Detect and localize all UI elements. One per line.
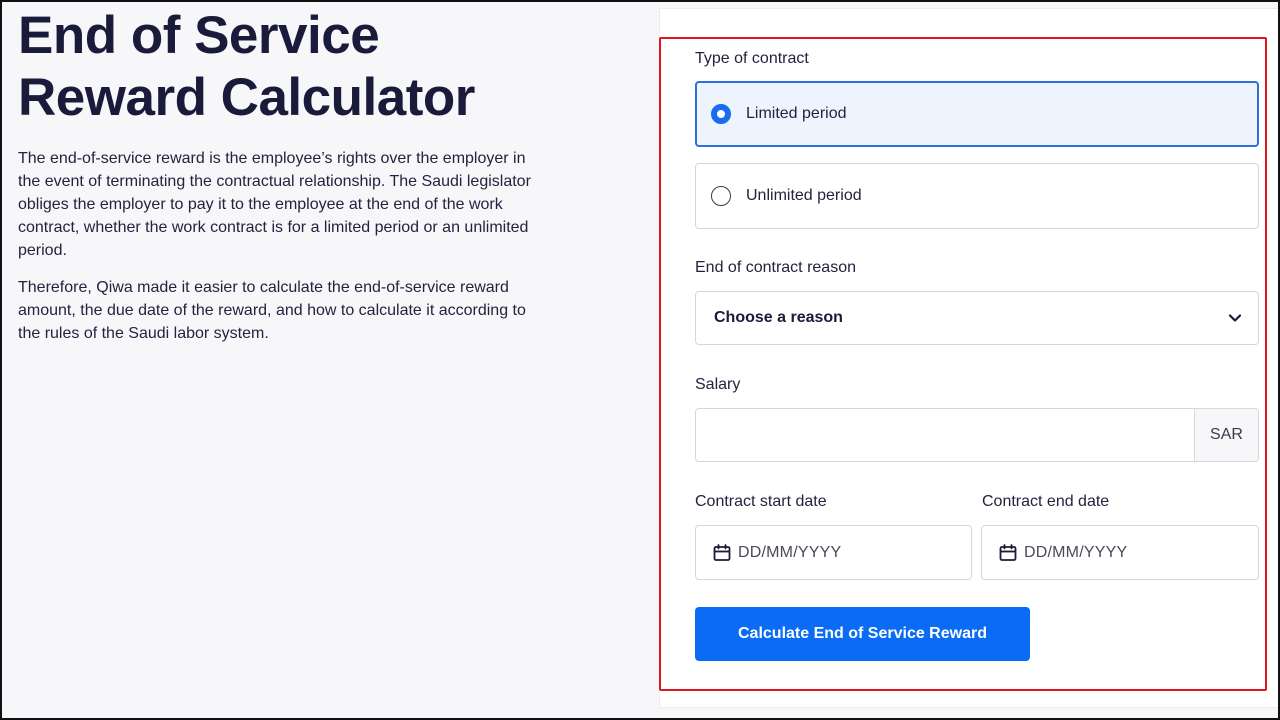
calendar-icon bbox=[713, 543, 731, 561]
salary-input[interactable] bbox=[696, 409, 1194, 461]
salary-label: Salary bbox=[695, 376, 741, 393]
end-reason-label: End of contract reason bbox=[695, 259, 856, 276]
radio-unchecked-icon[interactable] bbox=[711, 186, 731, 206]
radio-option-limited-period[interactable]: Limited period bbox=[695, 81, 1259, 147]
contract-end-date-input[interactable]: DD/MM/YYYY bbox=[981, 525, 1259, 580]
end-reason-select[interactable]: Choose a reason bbox=[695, 291, 1259, 345]
intro-paragraph: Therefore, Qiwa made it easier to calcul… bbox=[18, 279, 526, 342]
page-frame: End of Service Reward Calculator The end… bbox=[0, 0, 1280, 720]
contract-start-date-label: Contract start date bbox=[695, 493, 827, 510]
radio-option-unlimited-period[interactable]: Unlimited period bbox=[695, 163, 1259, 229]
date-placeholder: DD/MM/YYYY bbox=[738, 543, 842, 561]
contract-end-date-label: Contract end date bbox=[982, 493, 1110, 510]
contract-start-date-input[interactable]: DD/MM/YYYY bbox=[695, 525, 972, 580]
contract-type-label: Type of contract bbox=[695, 50, 809, 67]
intro-paragraph: The end-of-service reward is the employe… bbox=[18, 150, 531, 259]
radio-checked-icon[interactable] bbox=[711, 104, 731, 124]
calculate-reward-button[interactable]: Calculate End of Service Reward bbox=[695, 607, 1030, 661]
salary-currency-addon: SAR bbox=[1194, 409, 1258, 461]
page-title: End of Service Reward Calculator bbox=[18, 6, 475, 127]
salary-field: SAR bbox=[695, 408, 1259, 462]
intro-section: End of Service Reward Calculator The end… bbox=[18, 2, 558, 345]
calendar-icon bbox=[999, 543, 1017, 561]
chevron-down-icon bbox=[1228, 314, 1242, 322]
date-placeholder: DD/MM/YYYY bbox=[1024, 543, 1128, 561]
end-reason-selected-value: Choose a reason bbox=[714, 309, 843, 326]
radio-option-label: Limited period bbox=[746, 105, 847, 122]
radio-option-label: Unlimited period bbox=[746, 187, 862, 204]
